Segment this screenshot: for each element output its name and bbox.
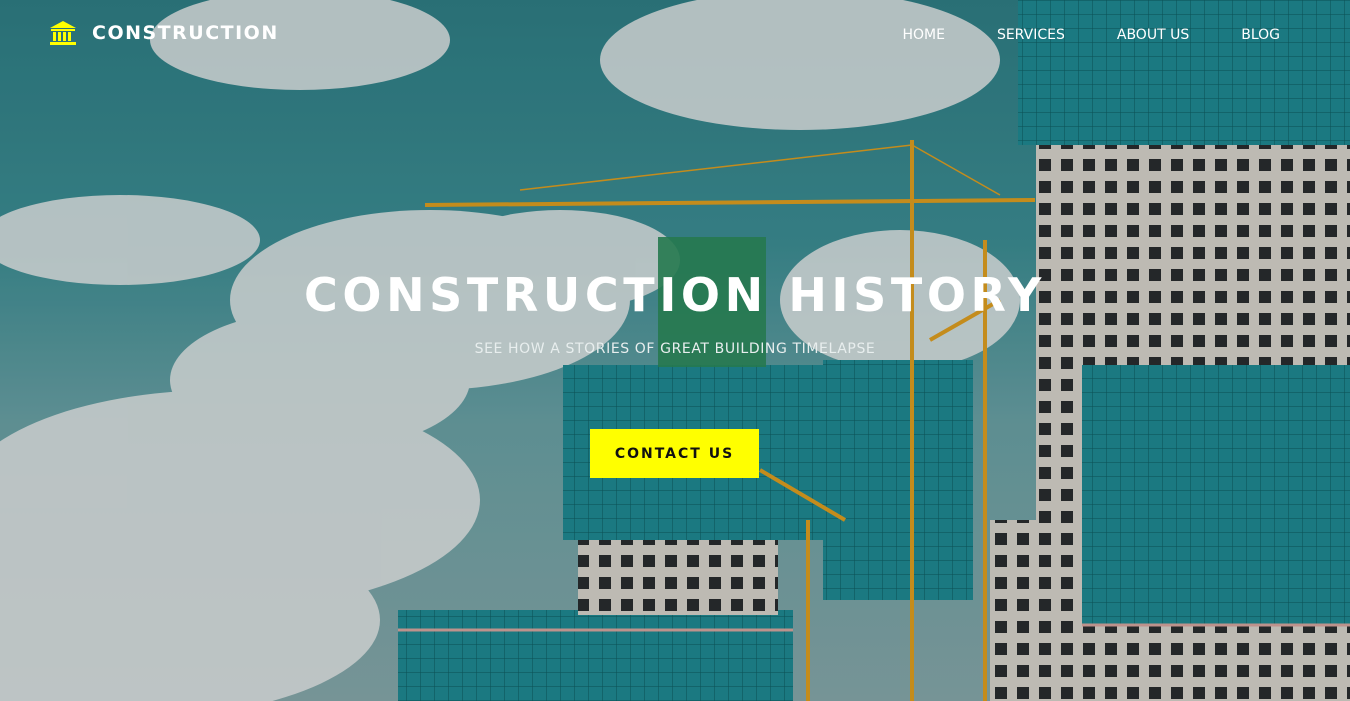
hero-title: CONSTRUCTION HISTORY [304, 268, 1046, 322]
nav-link-blog[interactable]: BLOG [1241, 27, 1280, 43]
top-navbar: CONSTRUCTION HOME SERVICES ABOUT US BLOG [0, 0, 1350, 70]
nav-link-home[interactable]: HOME [902, 27, 944, 43]
nav-link-services[interactable]: SERVICES [997, 27, 1065, 43]
hero-section: CONSTRUCTION HOME SERVICES ABOUT US BLOG… [0, 0, 1350, 701]
brand-name: CONSTRUCTION [92, 22, 279, 44]
brand-logo[interactable]: CONSTRUCTION [48, 18, 279, 48]
hero-subtitle: SEE HOW A STORIES OF GREAT BUILDING TIME… [474, 341, 876, 357]
contact-us-button[interactable]: CONTACT US [590, 429, 759, 478]
nav-menu: HOME SERVICES ABOUT US BLOG [902, 27, 1280, 43]
bank-building-icon [50, 21, 76, 45]
nav-link-about-us[interactable]: ABOUT US [1117, 27, 1189, 43]
